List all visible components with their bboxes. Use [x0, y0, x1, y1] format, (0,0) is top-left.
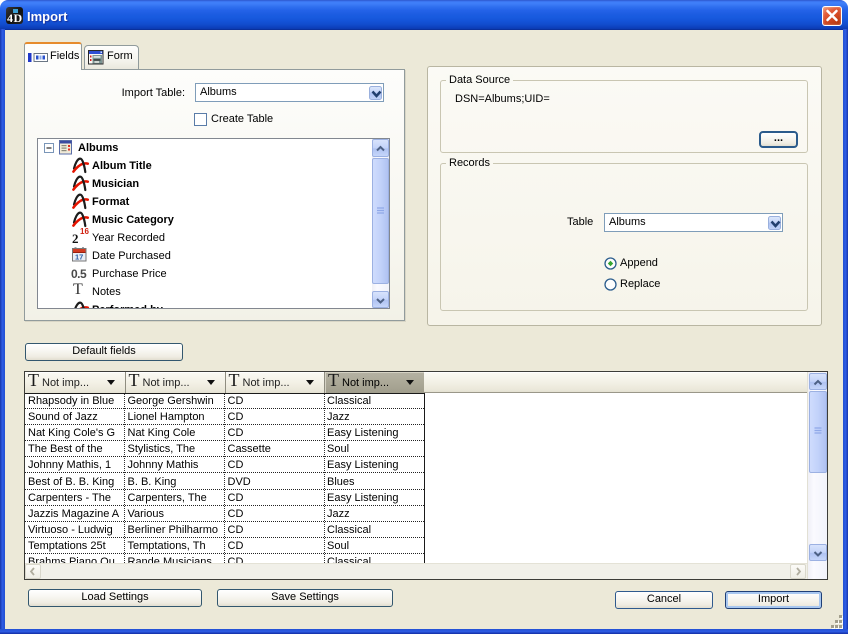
svg-text:4: 4: [7, 11, 13, 25]
svg-text:17: 17: [75, 253, 83, 262]
svg-text:D: D: [14, 11, 23, 25]
